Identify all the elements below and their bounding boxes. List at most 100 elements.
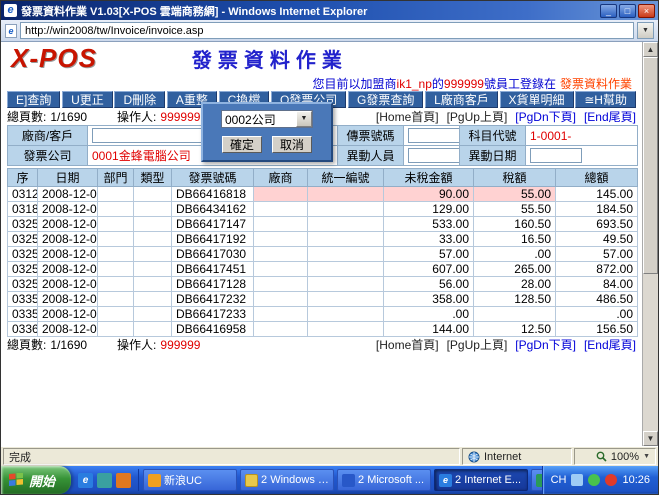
toolbar-button-10[interactable]: ≅H幫助 bbox=[575, 91, 636, 108]
maximize-button[interactable]: □ bbox=[619, 4, 636, 18]
login-info: 您目前以加盟商ik1_np的999999號員工登錄在發票資料作業 bbox=[1, 75, 642, 90]
table-row[interactable]: 032532008-12-03DB66417147533.00160.50693… bbox=[8, 217, 638, 232]
nav-pgdn[interactable]: [PgDn下頁] bbox=[515, 336, 576, 353]
scroll-down-icon[interactable]: ▼ bbox=[643, 431, 658, 446]
cell-total: 872.00 bbox=[556, 262, 638, 277]
window-title: 發票資料作業 V1.03[X-POS 雲端商務網] - Windows Inte… bbox=[21, 3, 596, 19]
toolbar-button-8[interactable]: L廠商客戶 bbox=[425, 91, 498, 108]
cell-tax: 55.00 bbox=[474, 187, 556, 202]
operator-label: 操作人: bbox=[117, 336, 156, 353]
nav-home[interactable]: [Home首頁] bbox=[376, 108, 439, 125]
modifier-input[interactable] bbox=[408, 148, 460, 163]
folder-icon bbox=[245, 474, 258, 487]
company-label: 發票公司 bbox=[8, 146, 88, 166]
cell-untaxed: 56.00 bbox=[384, 277, 474, 292]
minimize-button[interactable]: _ bbox=[600, 4, 617, 18]
start-button[interactable]: 開始 bbox=[1, 466, 71, 494]
vertical-scrollbar[interactable]: ▲ ▼ bbox=[642, 42, 658, 446]
toolbar-button-1[interactable]: E]查詢 bbox=[7, 91, 60, 108]
address-input[interactable] bbox=[20, 22, 634, 39]
column-header: 類型 bbox=[134, 169, 172, 187]
employee-number: 999999 bbox=[444, 77, 484, 91]
task-button-globalscape[interactable]: GlobalSCAPE... bbox=[531, 469, 542, 491]
tray-icon[interactable] bbox=[605, 474, 617, 486]
cell-date: 2008-12-03 bbox=[38, 277, 98, 292]
login-prefix: 您目前以加盟商 bbox=[313, 77, 397, 91]
module-link[interactable]: 發票資料作業 bbox=[560, 77, 632, 91]
page-content: X-POS 發票資料作業 您目前以加盟商ik1_np的999999號員工登錄在發… bbox=[1, 42, 642, 446]
nav-pgup[interactable]: [PgUp上頁] bbox=[447, 336, 508, 353]
quicklaunch-ie-icon[interactable]: e bbox=[78, 473, 93, 488]
cell-date: 2008-12-03 bbox=[38, 292, 98, 307]
page-title: 發票資料作業 bbox=[192, 44, 348, 73]
cell-vendor bbox=[254, 307, 308, 322]
globe-icon bbox=[468, 451, 480, 463]
cell-total: 49.50 bbox=[556, 232, 638, 247]
clock[interactable]: 10:26 bbox=[622, 474, 650, 486]
nav-home[interactable]: [Home首頁] bbox=[376, 336, 439, 353]
company-select[interactable]: 0002公司 ▼ bbox=[221, 110, 313, 128]
tray-icon[interactable] bbox=[571, 474, 583, 486]
column-header: 統一編號 bbox=[308, 169, 384, 187]
quicklaunch-media-icon[interactable] bbox=[116, 473, 131, 488]
nav-end[interactable]: [End尾頁] bbox=[584, 108, 636, 125]
cancel-button[interactable]: 取消 bbox=[272, 136, 312, 153]
table-row[interactable]: 032582008-12-03DB6641712856.0028.0084.00 bbox=[8, 277, 638, 292]
table-row[interactable]: 033582008-12-03DB66417232358.00128.50486… bbox=[8, 292, 638, 307]
language-indicator[interactable]: CH bbox=[551, 474, 567, 486]
nav-end[interactable]: [End尾頁] bbox=[584, 336, 636, 353]
task-buttons: 新浪UC 2 Windows E... 2 Microsoft ... e2 I… bbox=[139, 469, 542, 491]
task-button-internet-explorer[interactable]: e2 Internet E... bbox=[434, 469, 528, 491]
table-row[interactable]: 032552008-12-03DB6641703057.00.0057.00 bbox=[8, 247, 638, 262]
table-row[interactable]: 031232008-12-03DB6641681890.0055.00145.0… bbox=[8, 187, 638, 202]
cell-date: 2008-12-03 bbox=[38, 217, 98, 232]
task-button-microsoft[interactable]: 2 Microsoft ... bbox=[337, 469, 431, 491]
subject-value: 1-0001- bbox=[526, 126, 638, 146]
scrollbar-thumb[interactable] bbox=[643, 57, 658, 274]
column-header: 廠商 bbox=[254, 169, 308, 187]
column-header: 部門 bbox=[98, 169, 134, 187]
toolbar-button-9[interactable]: X貨單明細 bbox=[500, 91, 574, 108]
nav-pgup[interactable]: [PgUp上頁] bbox=[447, 108, 508, 125]
toolbar-button-7[interactable]: G發票查詢 bbox=[348, 91, 423, 108]
cell-invoice_no: DB66416818 bbox=[172, 187, 254, 202]
tray-icon[interactable] bbox=[588, 474, 600, 486]
quicklaunch-show-desktop-icon[interactable] bbox=[97, 473, 112, 488]
toolbar-button-2[interactable]: U更正 bbox=[62, 91, 113, 108]
address-dropdown-button[interactable]: ▼ bbox=[637, 22, 654, 39]
cell-dept bbox=[98, 247, 134, 262]
column-header: 日期 bbox=[38, 169, 98, 187]
operator-value: 999999 bbox=[160, 110, 200, 124]
task-button-windows-explorer[interactable]: 2 Windows E... bbox=[240, 469, 334, 491]
chevron-down-icon[interactable]: ▼ bbox=[296, 111, 312, 127]
close-button[interactable]: × bbox=[638, 4, 655, 18]
vendor-input[interactable] bbox=[92, 128, 214, 143]
cell-untaxed: .00 bbox=[384, 307, 474, 322]
cell-seq: 03360 bbox=[8, 322, 38, 337]
zoom-control[interactable]: 100% ▼ bbox=[574, 448, 656, 465]
toolbar-button-3[interactable]: D刪除 bbox=[114, 91, 165, 108]
cell-tax_id bbox=[308, 232, 384, 247]
cell-total: 145.00 bbox=[556, 187, 638, 202]
page-nav: [Home首頁] [PgUp上頁] [PgDn下頁] [End尾頁] bbox=[376, 336, 636, 353]
zoom-level: 100% bbox=[611, 451, 639, 463]
nav-pgdn[interactable]: [PgDn下頁] bbox=[515, 108, 576, 125]
table-row[interactable]: 033602008-12-03DB66416958144.0012.50156.… bbox=[8, 322, 638, 337]
cell-date: 2008-12-03 bbox=[38, 187, 98, 202]
modifier-label: 異動人員 bbox=[338, 146, 404, 166]
scrollbar-track[interactable] bbox=[643, 57, 658, 431]
task-button-sina-uc[interactable]: 新浪UC bbox=[143, 469, 237, 491]
voucher-input[interactable] bbox=[408, 128, 460, 143]
cell-invoice_no: DB66417232 bbox=[172, 292, 254, 307]
zoom-dropdown-icon[interactable]: ▼ bbox=[643, 453, 650, 460]
table-row[interactable]: 032562008-12-03DB66417451607.00265.00872… bbox=[8, 262, 638, 277]
table-row[interactable]: 032542008-12-03DB6641719233.0016.5049.50 bbox=[8, 232, 638, 247]
scroll-up-icon[interactable]: ▲ bbox=[643, 42, 658, 57]
modify-date-input[interactable] bbox=[530, 148, 582, 163]
cell-vendor bbox=[254, 322, 308, 337]
window-titlebar[interactable]: e 發票資料作業 V1.03[X-POS 雲端商務網] - Windows In… bbox=[1, 1, 658, 20]
app-logo: X-POS bbox=[11, 43, 97, 74]
table-row[interactable]: 033592008-12-03DB66417233.00.00 bbox=[8, 307, 638, 322]
ok-button[interactable]: 確定 bbox=[222, 136, 262, 153]
table-row[interactable]: 031882008-12-03DB66434162129.0055.50184.… bbox=[8, 202, 638, 217]
